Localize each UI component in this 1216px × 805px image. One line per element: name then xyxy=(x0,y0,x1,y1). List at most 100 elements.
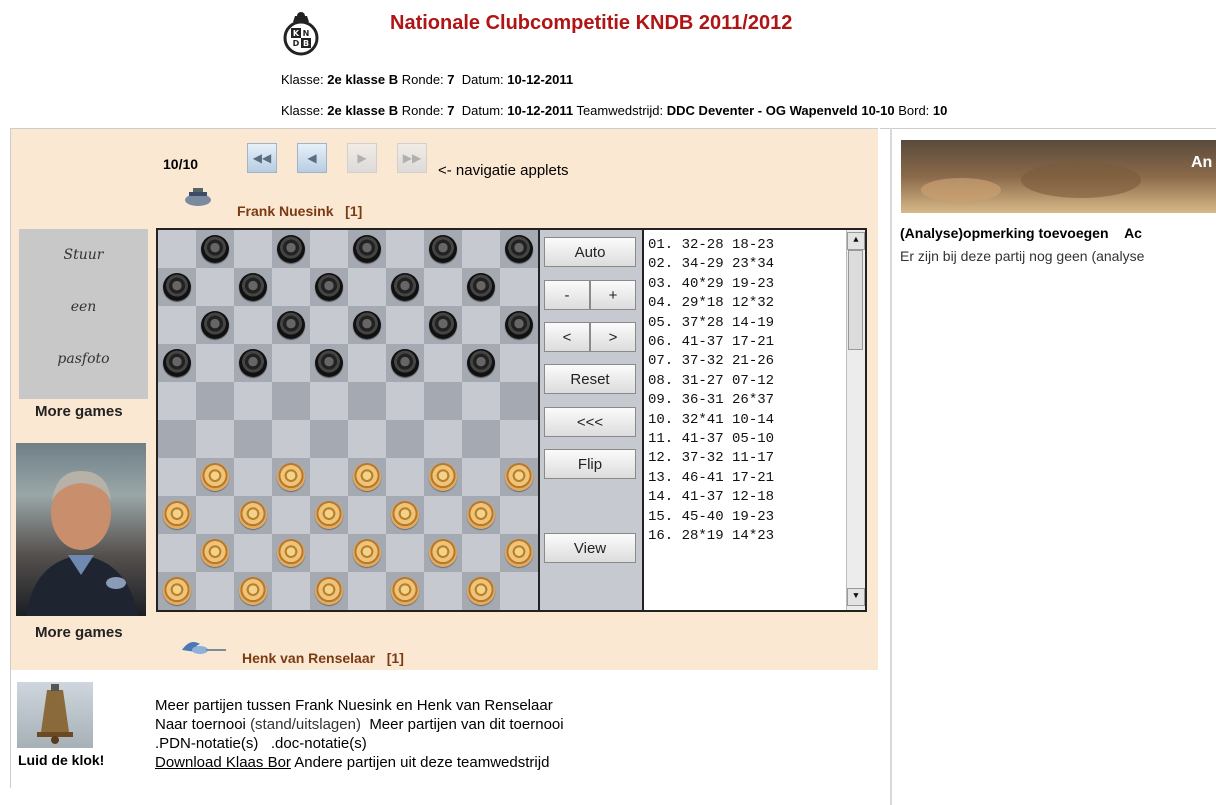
board-square[interactable] xyxy=(196,420,234,458)
link-more-games-players[interactable]: Meer partijen tussen Frank Nuesink en He… xyxy=(155,696,564,715)
board-square[interactable] xyxy=(196,496,234,534)
black-piece[interactable] xyxy=(277,235,305,263)
link-tournament-games[interactable]: Meer partijen van dit toernooi xyxy=(369,716,563,733)
black-piece[interactable] xyxy=(201,235,229,263)
black-piece[interactable] xyxy=(239,349,267,377)
board-square[interactable] xyxy=(348,344,386,382)
board-square[interactable] xyxy=(500,344,538,382)
black-piece[interactable] xyxy=(429,235,457,263)
bell-label[interactable]: Luid de klok! xyxy=(18,752,104,768)
board-square[interactable] xyxy=(386,382,424,420)
link-standings[interactable]: (stand/uitslagen) xyxy=(250,716,361,733)
first-move-button[interactable]: ◀◀ xyxy=(247,143,277,173)
board-square[interactable] xyxy=(500,496,538,534)
white-piece[interactable] xyxy=(239,577,267,605)
board-square[interactable] xyxy=(386,230,424,268)
last-move-button[interactable]: ▶▶ xyxy=(397,143,427,173)
black-piece[interactable] xyxy=(315,349,343,377)
board-square[interactable] xyxy=(462,230,500,268)
move-row[interactable]: 03. 40*29 19-23 xyxy=(648,275,774,294)
black-piece[interactable] xyxy=(163,349,191,377)
link-team-games[interactable]: Andere partijen uit deze teamwedstrijd xyxy=(294,754,549,771)
board-square[interactable] xyxy=(500,420,538,458)
white-piece[interactable] xyxy=(429,539,457,567)
board-square[interactable] xyxy=(424,344,462,382)
board-square[interactable] xyxy=(310,458,348,496)
link-download-klaas-bor[interactable]: Download Klaas Bor xyxy=(155,754,291,771)
board-square[interactable] xyxy=(234,230,272,268)
move-row[interactable]: 05. 37*28 14-19 xyxy=(648,314,774,333)
board-square[interactable] xyxy=(424,420,462,458)
move-row[interactable]: 14. 41-37 12-18 xyxy=(648,488,774,507)
move-row[interactable]: 08. 31-27 07-12 xyxy=(648,372,774,391)
board-square[interactable] xyxy=(234,420,272,458)
bottom-player-name[interactable]: Henk van Renselaar [1] xyxy=(242,650,404,666)
link-tournament[interactable]: Naar toernooi xyxy=(155,716,246,733)
white-piece[interactable] xyxy=(163,501,191,529)
black-piece[interactable] xyxy=(353,311,381,339)
white-piece[interactable] xyxy=(239,501,267,529)
black-piece[interactable] xyxy=(391,349,419,377)
board-square[interactable] xyxy=(272,572,310,610)
flip-button[interactable]: Flip xyxy=(544,449,636,479)
black-piece[interactable] xyxy=(467,349,495,377)
board-square[interactable] xyxy=(234,458,272,496)
move-row[interactable]: 11. 41-37 05-10 xyxy=(648,430,774,449)
black-piece[interactable] xyxy=(353,235,381,263)
next-move-button[interactable]: ▶ xyxy=(347,143,377,173)
board-square[interactable] xyxy=(196,572,234,610)
board-square[interactable] xyxy=(196,382,234,420)
board-square[interactable] xyxy=(386,534,424,572)
move-row[interactable]: 12. 37-32 11-17 xyxy=(648,449,774,468)
board-square[interactable] xyxy=(234,382,272,420)
link-doc[interactable]: .doc-notatie(s) xyxy=(271,735,367,752)
black-piece[interactable] xyxy=(277,311,305,339)
move-list[interactable]: 01. 32-28 18-23 02. 34-29 23*34 03. 40*29 … xyxy=(642,228,867,612)
board-square[interactable] xyxy=(272,496,310,534)
board-square[interactable] xyxy=(386,306,424,344)
move-row[interactable]: 16. 28*19 14*23 xyxy=(648,527,774,546)
black-piece[interactable] xyxy=(239,273,267,301)
board-square[interactable] xyxy=(158,458,196,496)
board-square[interactable] xyxy=(310,382,348,420)
board-square[interactable] xyxy=(386,458,424,496)
move-row[interactable]: 07. 37-32 21-26 xyxy=(648,352,774,371)
white-piece[interactable] xyxy=(201,539,229,567)
move-row[interactable]: 13. 46-41 17-21 xyxy=(648,469,774,488)
white-piece[interactable] xyxy=(467,577,495,605)
black-piece[interactable] xyxy=(201,311,229,339)
plus-button[interactable]: + xyxy=(590,280,636,310)
link-pdn[interactable]: .PDN-notatie(s) xyxy=(155,735,258,752)
add-analysis-link[interactable]: (Analyse)opmerking toevoegen xyxy=(900,225,1109,241)
board-square[interactable] xyxy=(310,534,348,572)
black-piece[interactable] xyxy=(315,273,343,301)
bell-image[interactable] xyxy=(17,682,93,748)
white-piece[interactable] xyxy=(201,463,229,491)
scroll-down-icon[interactable]: ▼ xyxy=(847,588,865,606)
more-games-link-bottom[interactable]: More games xyxy=(35,624,123,641)
board-square[interactable] xyxy=(158,306,196,344)
board-square[interactable] xyxy=(310,306,348,344)
board-square[interactable] xyxy=(196,268,234,306)
prev-move-button[interactable]: ◀ xyxy=(297,143,327,173)
auto-button[interactable]: Auto xyxy=(544,237,636,267)
board-square[interactable] xyxy=(348,268,386,306)
move-row[interactable]: 15. 45-40 19-23 xyxy=(648,508,774,527)
step-back-button[interactable]: < xyxy=(544,322,590,352)
move-row[interactable]: 01. 32-28 18-23 xyxy=(648,236,774,255)
white-piece[interactable] xyxy=(277,463,305,491)
board-square[interactable] xyxy=(348,420,386,458)
white-piece[interactable] xyxy=(163,577,191,605)
move-list-scrollbar[interactable]: ▲ ▼ xyxy=(846,230,865,610)
scroll-up-icon[interactable]: ▲ xyxy=(847,232,865,250)
scroll-thumb[interactable] xyxy=(848,250,863,350)
board-square[interactable] xyxy=(272,382,310,420)
board-square[interactable] xyxy=(462,420,500,458)
white-piece[interactable] xyxy=(429,463,457,491)
board-square[interactable] xyxy=(424,382,462,420)
minus-button[interactable]: - xyxy=(544,280,590,310)
top-player-name[interactable]: Frank Nuesink [1] xyxy=(237,203,362,219)
white-piece[interactable] xyxy=(467,501,495,529)
rewind-button[interactable]: <<< xyxy=(544,407,636,437)
board-square[interactable] xyxy=(158,420,196,458)
